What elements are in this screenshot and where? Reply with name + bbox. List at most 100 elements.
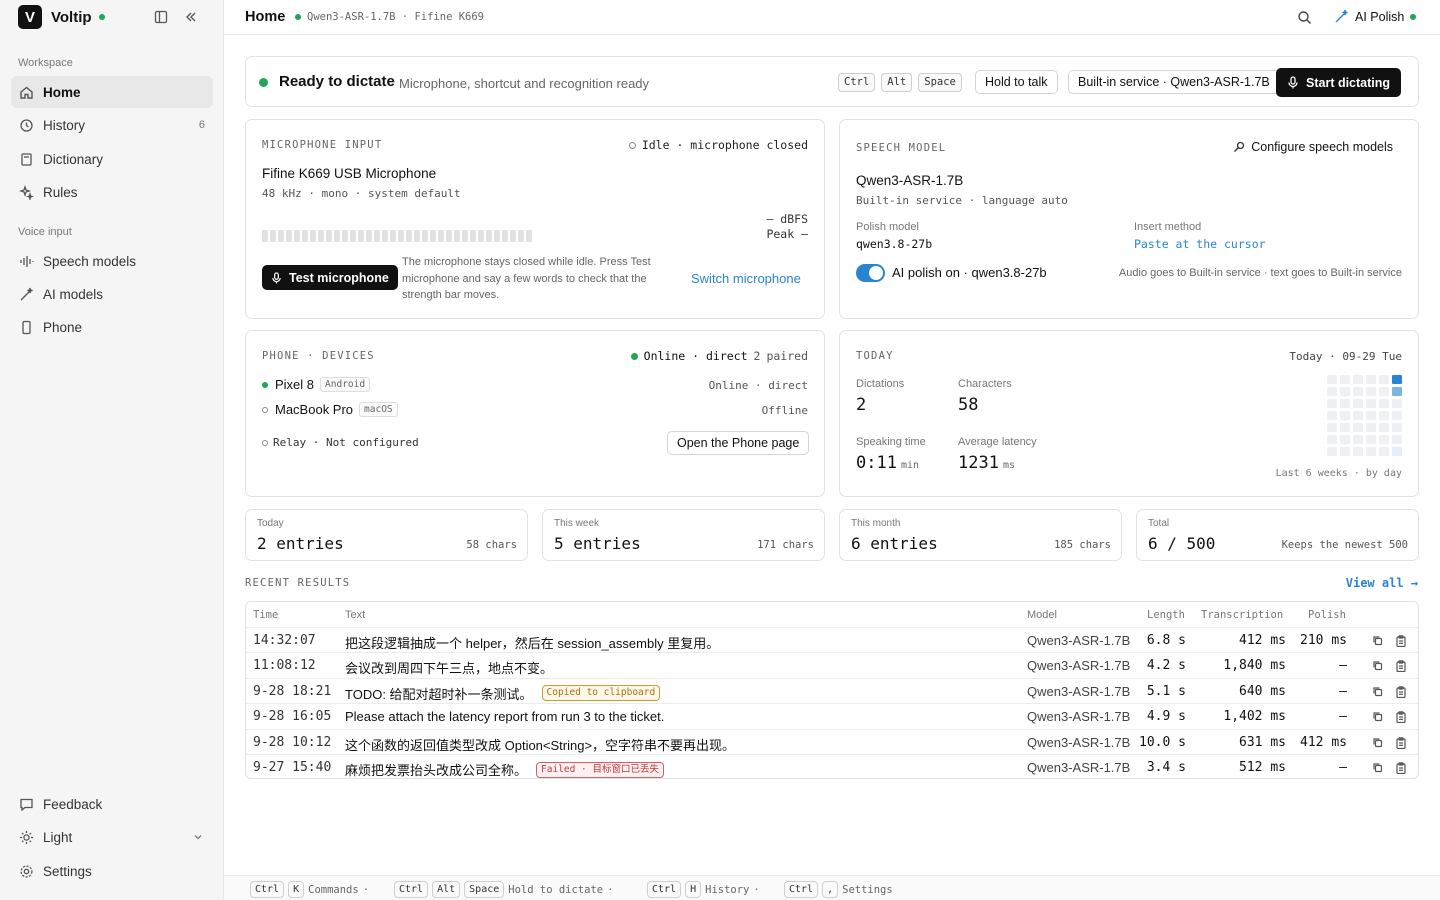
test-microphone-label: Test microphone bbox=[289, 270, 389, 285]
clipboard-icon[interactable] bbox=[1396, 762, 1406, 774]
view-all-link[interactable]: View all → bbox=[1346, 576, 1418, 590]
heatmap-cell bbox=[1340, 423, 1350, 432]
heatmap-cell bbox=[1353, 387, 1363, 396]
clipboard-icon[interactable] bbox=[1396, 711, 1406, 723]
characters-label: Characters bbox=[958, 378, 1012, 390]
level-segment bbox=[286, 230, 292, 242]
clipboard-icon[interactable] bbox=[1396, 736, 1406, 749]
sidebar-item-settings[interactable]: Settings bbox=[11, 855, 213, 887]
heatmap-cell bbox=[1392, 387, 1402, 396]
theme-selector[interactable]: Light bbox=[11, 821, 213, 853]
dictations-label: Dictations bbox=[856, 378, 905, 390]
sidebar-panel-icon[interactable] bbox=[154, 10, 168, 24]
table-row[interactable]: 9-28 10:12 这个函数的返回值类型改成 Option<String>，空字… bbox=[246, 730, 1418, 755]
device-row[interactable]: Pixel 8 Android bbox=[262, 377, 371, 392]
open-phone-page-button[interactable]: Open the Phone page bbox=[667, 431, 810, 455]
cell-text: Please attach the latency report from ru… bbox=[345, 709, 664, 724]
table-row[interactable]: 14:32:07 把这段逻辑抽成一个 helper，然后在 session_ass… bbox=[246, 628, 1418, 653]
sidebar-item-history[interactable]: History 6 bbox=[11, 109, 213, 141]
stat-total: Total 6 / 500 Keeps the newest 500 bbox=[1136, 509, 1419, 561]
heatmap-cell bbox=[1366, 423, 1376, 432]
sidebar-item-dictionary[interactable]: Dictionary bbox=[11, 143, 213, 175]
shortcut-label: Hold to dictate bbox=[508, 883, 604, 896]
today-label: TODAY bbox=[856, 350, 894, 362]
sidebar-item-speech-models[interactable]: Speech models bbox=[11, 245, 213, 277]
stat-label: Today bbox=[257, 518, 284, 529]
ai-polish-toggle[interactable] bbox=[856, 264, 885, 282]
phone-label: PHONE · DEVICES bbox=[262, 350, 375, 362]
phone-icon bbox=[19, 320, 34, 335]
mic-peak: Peak — bbox=[766, 227, 808, 241]
kbd-key: H bbox=[685, 881, 702, 898]
heatmap-cell bbox=[1340, 435, 1350, 444]
brand[interactable]: V Voltip bbox=[18, 5, 105, 29]
configure-speech-models-link[interactable]: Configure speech models bbox=[1233, 140, 1393, 154]
device-offline-dot bbox=[262, 406, 268, 413]
table-row[interactable]: 9-28 18:21 TODO: 给配对超时补一条测试。 Copied to cli… bbox=[246, 679, 1418, 704]
copy-icon[interactable] bbox=[1372, 635, 1383, 647]
topbar-status: Qwen3-ASR-1.7B · Fifine K669 bbox=[295, 11, 484, 23]
device-row[interactable]: MacBook Pro macOS bbox=[262, 402, 398, 417]
heatmap-cell bbox=[1353, 375, 1363, 384]
level-segment bbox=[430, 230, 436, 242]
heatmap-cell bbox=[1379, 411, 1389, 420]
cell-polish: — bbox=[1339, 658, 1347, 673]
ai-polish-status-dot bbox=[1410, 13, 1417, 20]
heatmap-cell bbox=[1366, 435, 1376, 444]
col-text: Text bbox=[345, 609, 366, 621]
sidebar-item-feedback[interactable]: Feedback bbox=[11, 788, 213, 820]
copy-icon[interactable] bbox=[1372, 660, 1383, 672]
recent-results-table: Time Text Model Length Transcription Pol… bbox=[245, 601, 1419, 779]
waveform-icon bbox=[19, 254, 34, 269]
service-selector[interactable]: Built-in service · Qwen3-ASR-1.7B bbox=[1068, 70, 1280, 94]
clipboard-icon[interactable] bbox=[1396, 634, 1406, 647]
search-icon[interactable] bbox=[1297, 10, 1312, 25]
table-row[interactable]: 9-27 15:40 麻烦把发票抬头改成公司全称。 Failed · 目标窗口已丢失… bbox=[246, 755, 1418, 778]
cell-text-value: 这个函数的返回值类型改成 Option<String>，空字符串不要再出现。 bbox=[345, 737, 736, 753]
switch-microphone-link[interactable]: Switch microphone bbox=[691, 271, 801, 286]
device-os-badge: macOS bbox=[359, 402, 398, 417]
topbar: Home Qwen3-ASR-1.7B · Fifine K669 AI Pol… bbox=[224, 0, 1440, 35]
heatmap-cell bbox=[1327, 423, 1337, 432]
heatmap-cell bbox=[1392, 375, 1402, 384]
heatmap-cell bbox=[1327, 375, 1337, 384]
copy-icon[interactable] bbox=[1372, 762, 1383, 774]
level-segment bbox=[350, 230, 356, 242]
recent-results-label: RECENT RESULTS bbox=[245, 577, 351, 589]
heatmap-cell bbox=[1340, 447, 1350, 456]
copy-icon[interactable] bbox=[1372, 737, 1383, 749]
cell-text: 这个函数的返回值类型改成 Option<String>，空字符串不要再出现。 bbox=[345, 735, 735, 754]
sidebar-item-label: Dictionary bbox=[43, 151, 104, 167]
clipboard-icon[interactable] bbox=[1396, 685, 1406, 698]
cell-model: Qwen3-ASR-1.7B bbox=[1027, 683, 1131, 699]
copy-icon[interactable] bbox=[1372, 686, 1383, 698]
kbd-key: Ctrl bbox=[784, 881, 819, 898]
stat-sub: 171 chars bbox=[757, 539, 814, 551]
insert-method-value[interactable]: Paste at the cursor bbox=[1134, 237, 1266, 251]
test-microphone-button[interactable]: Test microphone bbox=[262, 265, 398, 290]
cell-time: 11:08:12 bbox=[253, 658, 316, 673]
start-dictating-button[interactable]: Start dictating bbox=[1276, 68, 1402, 97]
clipboard-icon[interactable] bbox=[1396, 660, 1406, 672]
table-row[interactable]: 11:08:12 会议改到周四下午三点，地点不变。 Qwen3-ASR-1.7B 4.… bbox=[246, 653, 1418, 679]
mic-level-meter bbox=[262, 230, 534, 242]
cell-text-value: 会议改到周四下午三点，地点不变。 bbox=[345, 661, 554, 676]
sidebar-item-home[interactable]: Home bbox=[11, 76, 213, 108]
phone-status: Online · direct bbox=[643, 349, 748, 363]
table-row[interactable]: 9-28 16:05 Please attach the latency repo… bbox=[246, 704, 1418, 730]
cell-time: 9-27 15:40 bbox=[253, 760, 332, 775]
ai-polish-button[interactable]: AI Polish bbox=[1334, 9, 1417, 24]
magic-wand-icon bbox=[19, 287, 34, 302]
level-segment bbox=[438, 230, 444, 242]
sidebar-item-ai-models[interactable]: AI models bbox=[11, 278, 213, 310]
sidebar-item-phone[interactable]: Phone bbox=[11, 311, 213, 343]
copy-icon[interactable] bbox=[1372, 711, 1383, 723]
sidebar-item-rules[interactable]: Rules bbox=[11, 176, 213, 208]
hold-to-talk-button[interactable]: Hold to talk bbox=[975, 70, 1058, 94]
ready-status-dot bbox=[259, 78, 268, 87]
level-segment bbox=[278, 230, 284, 242]
cell-model: Qwen3-ASR-1.7B bbox=[1027, 658, 1131, 673]
collapse-sidebar-icon[interactable] bbox=[184, 10, 198, 24]
configure-label: Configure speech models bbox=[1251, 140, 1393, 154]
page-title: Home bbox=[245, 9, 286, 25]
